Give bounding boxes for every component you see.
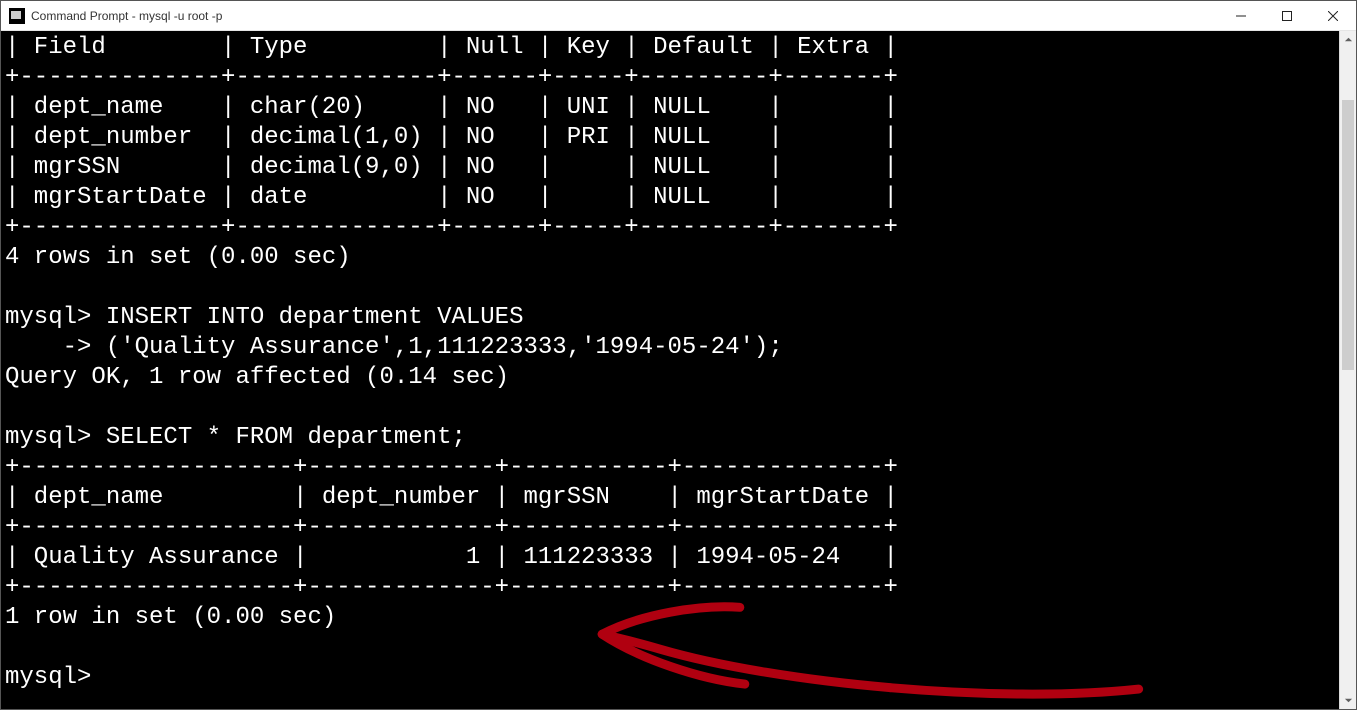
select-sep-mid: +-------------------+-------------+-----… — [5, 514, 898, 541]
scrollbar-track[interactable] — [1340, 48, 1356, 692]
select-row-1: | Quality Assurance | 1 | 111223333 | 19… — [5, 544, 898, 571]
desc-footer: 4 rows in set (0.00 sec) — [5, 244, 351, 271]
desc-sep-top: +--------------+--------------+------+--… — [5, 64, 898, 91]
minimize-icon — [1236, 11, 1246, 21]
scrollbar-thumb[interactable] — [1342, 100, 1354, 370]
select-sep-bottom: +-------------------+-------------+-----… — [5, 574, 898, 601]
vertical-scrollbar[interactable] — [1339, 31, 1356, 709]
insert-line-1: mysql> INSERT INTO department VALUES — [5, 304, 523, 331]
maximize-button[interactable] — [1264, 1, 1310, 31]
desc-row-1: | dept_number | decimal(1,0) | NO | PRI … — [5, 124, 898, 151]
terminal-output[interactable]: | Field | Type | Null | Key | Default | … — [1, 31, 1339, 709]
minimize-button[interactable] — [1218, 1, 1264, 31]
select-query: mysql> SELECT * FROM department; — [5, 424, 466, 451]
select-sep-top: +-------------------+-------------+-----… — [5, 454, 898, 481]
select-footer: 1 row in set (0.00 sec) — [5, 604, 336, 631]
window-title: Command Prompt - mysql -u root -p — [31, 9, 222, 23]
desc-header: | Field | Type | Null | Key | Default | … — [5, 34, 898, 61]
client-area: | Field | Type | Null | Key | Default | … — [1, 31, 1356, 709]
title-bar[interactable]: Command Prompt - mysql -u root -p — [1, 1, 1356, 31]
app-window: Command Prompt - mysql -u root -p | Fiel… — [0, 0, 1357, 710]
maximize-icon — [1282, 11, 1292, 21]
desc-row-3: | mgrStartDate | date | NO | | NULL | | — [5, 184, 898, 211]
desc-row-0: | dept_name | char(20) | NO | UNI | NULL… — [5, 94, 898, 121]
insert-line-2: -> ('Quality Assurance',1,111223333,'199… — [5, 334, 783, 361]
select-header: | dept_name | dept_number | mgrSSN | mgr… — [5, 484, 898, 511]
close-button[interactable] — [1310, 1, 1356, 31]
chevron-down-icon — [1344, 696, 1353, 705]
scroll-down-button[interactable] — [1340, 692, 1356, 709]
scroll-up-button[interactable] — [1340, 31, 1356, 48]
desc-row-2: | mgrSSN | decimal(9,0) | NO | | NULL | … — [5, 154, 898, 181]
close-icon — [1328, 11, 1338, 21]
chevron-up-icon — [1344, 35, 1353, 44]
mysql-prompt: mysql> — [5, 664, 91, 691]
desc-sep-bottom: +--------------+--------------+------+--… — [5, 214, 898, 241]
insert-result: Query OK, 1 row affected (0.14 sec) — [5, 364, 509, 391]
app-icon — [9, 8, 25, 24]
